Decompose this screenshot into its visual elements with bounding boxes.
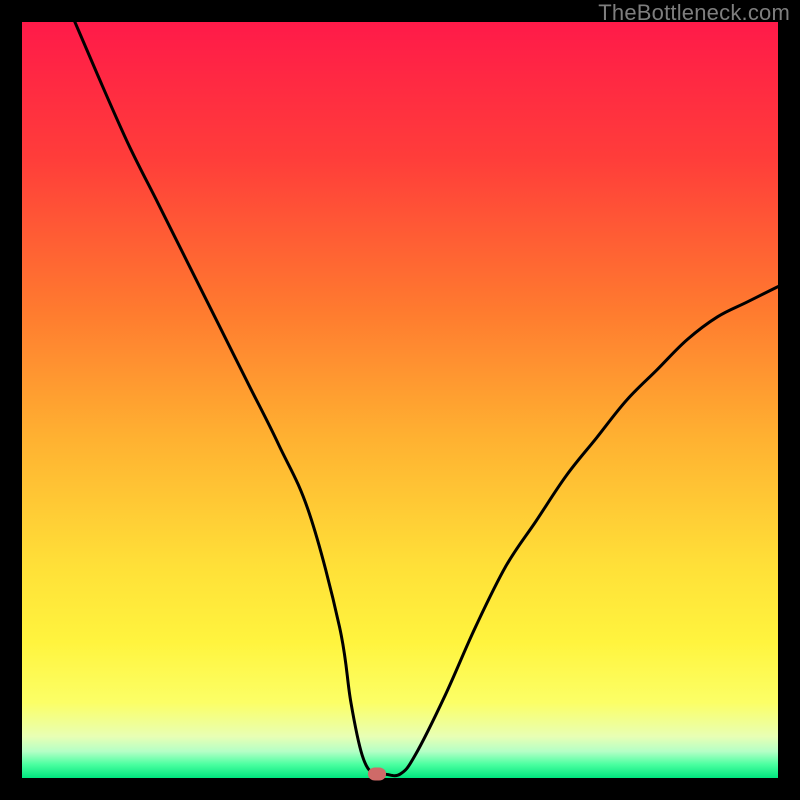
bottleneck-curve-path [75,22,778,776]
curve-svg [22,22,778,778]
optimum-marker [368,768,386,781]
plot-area [22,22,778,778]
chart-frame: TheBottleneck.com [0,0,800,800]
